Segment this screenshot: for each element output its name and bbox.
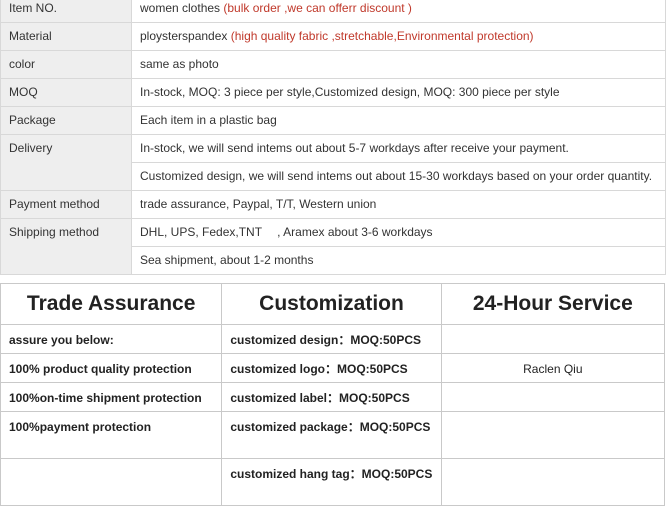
custom-text: customized hang tag：MOQ:50PCS [221,458,442,506]
spec-value: Customized design, we will send intems o… [131,162,666,191]
spec-value: ploysterspandex (high quality fabric ,st… [131,22,666,51]
spec-row-shipping: Shipping method DHL, UPS, Fedex,TNT , Ar… [0,218,666,275]
header-customization: Customization [221,283,442,325]
spec-value: Each item in a plastic bag [131,106,666,135]
service-contact-name: Raclen Qiu [440,353,666,383]
spec-row-delivery: Delivery In-stock, we will send intems o… [0,134,666,191]
service-cell [440,324,666,354]
spec-label: Payment method [0,190,132,219]
spec-note: (bulk order ,we can offerr discount ) [223,1,412,15]
spec-value: In-stock, MOQ: 3 piece per style,Customi… [131,78,666,107]
spec-label: MOQ [0,78,132,107]
spec-row-moq: MOQ In-stock, MOQ: 3 piece per style,Cus… [0,78,666,107]
header-trade-assurance: Trade Assurance [0,283,223,325]
assure-text: assure you below: [0,324,223,354]
assurance-row: 100%payment protection customized packag… [0,411,666,459]
assurance-row: 100%on-time shipment protection customiz… [0,382,666,412]
product-spec-table: Item NO. women clothes (bulk order ,we c… [0,0,666,275]
spec-value: Sea shipment, about 1-2 months [131,246,666,275]
spec-row-material: Material ploysterspandex (high quality f… [0,22,666,51]
assurance-row: 100% product quality protection customiz… [0,353,666,383]
spec-label: Package [0,106,132,135]
service-cell [440,382,666,412]
custom-text: customized design：MOQ:50PCS [221,324,442,354]
service-cell [440,458,666,506]
spec-label: Delivery [0,134,132,191]
spec-row-payment: Payment method trade assurance, Paypal, … [0,190,666,219]
assure-text: 100%payment protection [0,411,223,459]
spec-value: same as photo [131,50,666,79]
spec-label: Material [0,22,132,51]
spec-row-package: Package Each item in a plastic bag [0,106,666,135]
spec-value: In-stock, we will send intems out about … [131,134,666,163]
spec-label: Shipping method [0,218,132,275]
assure-text: 100% product quality protection [0,353,223,383]
service-cell [440,411,666,459]
spec-value-text: women clothes [140,1,221,15]
spec-value-text: ploysterspandex [140,29,228,43]
spec-row-item-no: Item NO. women clothes (bulk order ,we c… [0,0,666,23]
spec-row-color: color same as photo [0,50,666,79]
assurance-header-row: Trade Assurance Customization 24-Hour Se… [0,283,666,325]
custom-text: customized label：MOQ:50PCS [221,382,442,412]
spec-label: Item NO. [0,0,132,23]
service-assurance-table: Trade Assurance Customization 24-Hour Se… [0,283,666,506]
assure-cell [0,458,223,506]
assurance-row: assure you below: customized design：MOQ:… [0,324,666,354]
assure-text: 100%on-time shipment protection [0,382,223,412]
spec-value: women clothes (bulk order ,we can offerr… [131,0,666,23]
custom-text: customized logo：MOQ:50PCS [221,353,442,383]
header-24-hour-service: 24-Hour Service [440,283,666,325]
spec-note: (high quality fabric ,stretchable,Enviro… [230,29,534,43]
assurance-row: customized hang tag：MOQ:50PCS [0,458,666,506]
spec-value: trade assurance, Paypal, T/T, Western un… [131,190,666,219]
spec-label: color [0,50,132,79]
spec-value: DHL, UPS, Fedex,TNT , Aramex about 3-6 w… [131,218,666,247]
custom-text: customized package：MOQ:50PCS [221,411,442,459]
